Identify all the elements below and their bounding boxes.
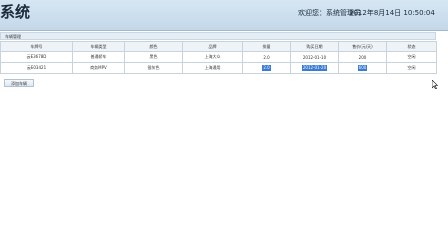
- column-header-brand[interactable]: 品牌: [182, 41, 243, 52]
- column-header-price[interactable]: 售价(元/天): [338, 41, 387, 52]
- selected-text: 2012-01-20: [301, 65, 328, 71]
- table-row[interactable]: 云E3678D 普通轿车 黑色 上海大众 2.0 2012-01-10 200 …: [0, 51, 437, 63]
- table-header-row: 车牌号 车辆类型 颜色 品牌 排量 购买日期 售价(元/天) 状态: [0, 41, 437, 52]
- panel-title: 车辆管理: [0, 32, 436, 40]
- column-header-date[interactable]: 购买日期: [290, 41, 339, 52]
- cell-price: 600: [338, 62, 387, 74]
- cell-price: 200: [338, 51, 387, 63]
- vehicle-table: 车牌号 车辆类型 颜色 品牌 排量 购买日期 售价(元/天) 状态 云E3678…: [0, 41, 437, 74]
- selected-text: 600: [357, 65, 368, 71]
- cell-color: 银灰色: [124, 62, 183, 74]
- cell-status: 空闲: [386, 62, 437, 74]
- cell-displacement: 2.0: [242, 62, 291, 74]
- cell-displacement: 2.0: [242, 51, 291, 63]
- cell-type: 商务MPV: [72, 62, 125, 74]
- cell-brand: 上海大众: [182, 51, 243, 63]
- app-header: 系统 欢迎您：系统管理员 2012年8月14日 10:50:04: [0, 0, 448, 31]
- cell-plate: 云E03421: [0, 62, 73, 74]
- cell-status: 空闲: [386, 51, 437, 63]
- cell-brand: 上海通用: [182, 62, 243, 74]
- app-title: 系统: [0, 3, 31, 21]
- cell-plate: 云E3678D: [0, 51, 73, 63]
- column-header-plate[interactable]: 车牌号: [0, 41, 73, 52]
- column-header-type[interactable]: 车辆类型: [72, 41, 125, 52]
- cell-color: 黑色: [124, 51, 183, 63]
- column-header-displacement[interactable]: 排量: [242, 41, 291, 52]
- column-header-color[interactable]: 颜色: [124, 41, 183, 52]
- column-header-status[interactable]: 状态: [386, 41, 437, 52]
- add-vehicle-button[interactable]: 添加车辆: [4, 79, 34, 87]
- datetime-text: 2012年8月14日 10:50:04: [349, 9, 435, 17]
- table-row[interactable]: 云E03421 商务MPV 银灰色 上海通用 2.0 2012-01-20 60…: [0, 62, 437, 74]
- cell-date: 2012-01-20: [290, 62, 339, 74]
- cell-type: 普通轿车: [72, 51, 125, 63]
- cell-date: 2012-01-10: [290, 51, 339, 63]
- selected-text: 2.0: [262, 65, 271, 71]
- mouse-cursor-icon: [432, 80, 438, 89]
